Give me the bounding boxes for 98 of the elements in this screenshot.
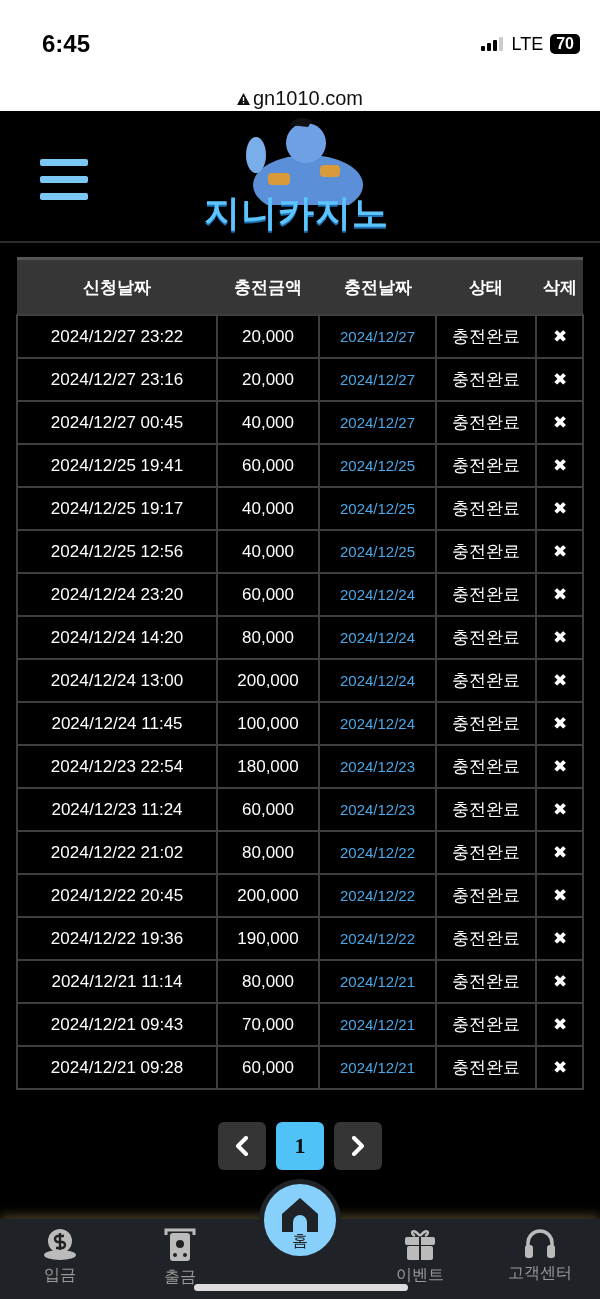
nav-item[interactable]: 홈: [245, 1179, 355, 1299]
network-type: LTE: [511, 33, 544, 55]
table-cell: 2024/12/21: [319, 1046, 436, 1089]
table-cell: 충전완료: [436, 1046, 536, 1089]
table-cell: 2024/12/27: [319, 315, 436, 358]
table-cell: 60,000: [217, 444, 319, 487]
battery-level: 70: [550, 34, 580, 54]
table-cell: 2024/12/21 11:14: [17, 960, 217, 1003]
table-cell: 충전완료: [436, 444, 536, 487]
table-cell: 2024/12/27 23:16: [17, 358, 217, 401]
table-cell: 충전완료: [436, 358, 536, 401]
chevron-right-icon: [350, 1136, 366, 1156]
table-cell: 200,000: [217, 659, 319, 702]
table-cell: 2024/12/22 19:36: [17, 917, 217, 960]
table-cell: 20,000: [217, 315, 319, 358]
table-cell: 충전완료: [436, 487, 536, 530]
table-cell: 2024/12/24 13:00: [17, 659, 217, 702]
table-cell: 2024/12/23 22:54: [17, 745, 217, 788]
table-cell: 2024/12/23: [319, 745, 436, 788]
page-button[interactable]: 1: [276, 1122, 324, 1170]
table-cell: 2024/12/21: [319, 960, 436, 1003]
table-cell: 2024/12/27: [319, 358, 436, 401]
table-cell: 2024/12/24 14:20: [17, 616, 217, 659]
table-cell: 20,000: [217, 358, 319, 401]
table-cell: 2024/12/25: [319, 487, 436, 530]
table-cell: 2024/12/25: [319, 444, 436, 487]
table-cell: 충전완료: [436, 831, 536, 874]
table-cell: 40,000: [217, 530, 319, 573]
table-cell: 충전완료: [436, 1003, 536, 1046]
table-cell: 충전완료: [436, 745, 536, 788]
gift-icon: [403, 1227, 437, 1261]
table-cell: 2024/12/22 21:02: [17, 831, 217, 874]
cash-machine-icon: [164, 1227, 196, 1263]
table-cell: 충전완료: [436, 659, 536, 702]
table-cell: 2024/12/23 11:24: [17, 788, 217, 831]
table-cell: 충전완료: [436, 616, 536, 659]
table-cell: 190,000: [217, 917, 319, 960]
next-page-button[interactable]: [334, 1122, 382, 1170]
table-cell: 60,000: [217, 788, 319, 831]
table-cell: 충전완료: [436, 315, 536, 358]
table-cell: 충전완료: [436, 573, 536, 616]
headset-icon: [523, 1227, 557, 1259]
table-cell: 2024/12/25 19:41: [17, 444, 217, 487]
table-cell: 60,000: [217, 1046, 319, 1089]
column-header: 충전금액: [217, 258, 319, 315]
table-cell: 2024/12/22 20:45: [17, 874, 217, 917]
table-cell: 2024/12/25: [319, 530, 436, 573]
table-cell: 2024/12/21 09:43: [17, 1003, 217, 1046]
menu-icon: [40, 158, 90, 203]
table-cell: 200,000: [217, 874, 319, 917]
table-cell: 2024/12/21: [319, 1003, 436, 1046]
table-cell: 2024/12/27 00:45: [17, 401, 217, 444]
nav-item[interactable]: 고객센터: [485, 1219, 595, 1285]
url-text[interactable]: gn1010.com: [252, 88, 364, 108]
table-cell: 충전완료: [436, 917, 536, 960]
column-header: 신청날짜: [17, 258, 217, 315]
table-cell: 40,000: [217, 401, 319, 444]
table-cell: 2024/12/24: [319, 659, 436, 702]
table-cell: 2024/12/24 11:45: [17, 702, 217, 745]
table-cell: 80,000: [217, 960, 319, 1003]
table-cell: 2024/12/22: [319, 917, 436, 960]
table-cell: 70,000: [217, 1003, 319, 1046]
table-cell: 충전완료: [436, 874, 536, 917]
table-cell: 2024/12/25 19:17: [17, 487, 217, 530]
table-cell: 60,000: [217, 573, 319, 616]
table-cell: 180,000: [217, 745, 319, 788]
table-cell: 충전완료: [436, 788, 536, 831]
coin-icon: [43, 1227, 77, 1261]
table-cell: 2024/12/27 23:22: [17, 315, 217, 358]
nav-item[interactable]: 입금: [5, 1219, 115, 1287]
status-time: 6:45: [42, 30, 91, 58]
table-cell: 2024/12/24: [319, 573, 436, 616]
table-cell: 2024/12/23: [319, 788, 436, 831]
chevron-left-icon: [234, 1136, 250, 1156]
table-cell: 2024/12/24: [319, 616, 436, 659]
logo-text[interactable]: 지니카지노: [204, 189, 389, 238]
table-cell: 40,000: [217, 487, 319, 530]
column-header: 상태: [436, 258, 536, 315]
column-header: 삭제: [536, 258, 583, 315]
table-cell: 100,000: [217, 702, 319, 745]
table-cell: 2024/12/22: [319, 831, 436, 874]
signal-icon: [480, 37, 505, 51]
warning-icon: [236, 93, 250, 105]
table-cell: 2024/12/25 12:56: [17, 530, 217, 573]
table-cell: 2024/12/24 23:20: [17, 573, 217, 616]
column-header: 충전날짜: [319, 258, 436, 315]
table-cell: 충전완료: [436, 401, 536, 444]
table-cell: 충전완료: [436, 530, 536, 573]
nav-item[interactable]: 이벤트: [365, 1219, 475, 1287]
table-cell: 2024/12/27: [319, 401, 436, 444]
table-cell: 충전완료: [436, 702, 536, 745]
table-cell: 80,000: [217, 616, 319, 659]
table-cell: 2024/12/22: [319, 874, 436, 917]
table-cell: 2024/12/24: [319, 702, 436, 745]
previous-page-button[interactable]: [218, 1122, 266, 1170]
table-cell: 80,000: [217, 831, 319, 874]
table-cell: 2024/12/21 09:28: [17, 1046, 217, 1089]
table-cell: 충전완료: [436, 960, 536, 1003]
